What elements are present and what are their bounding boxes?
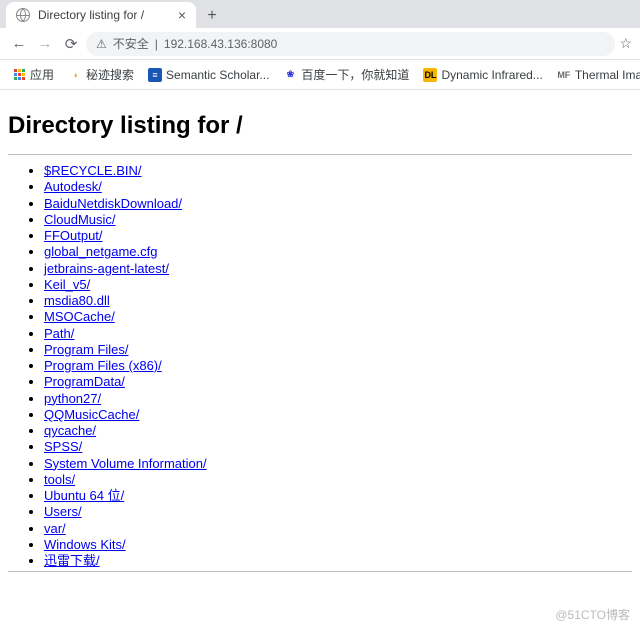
list-item: Ubuntu 64 位/ [44,488,632,504]
list-item: Windows Kits/ [44,537,632,553]
directory-link[interactable]: tools/ [44,472,75,487]
insecure-icon: ⚠ [96,37,107,51]
bookmark-item[interactable]: ❀ 百度一下，你就知道 [279,66,413,83]
list-item: Program Files/ [44,342,632,358]
list-item: qycache/ [44,423,632,439]
list-item: SPSS/ [44,439,632,455]
list-item: CloudMusic/ [44,212,632,228]
bookmark-item[interactable]: ≡ Semantic Scholar... [144,66,273,83]
list-item: $RECYCLE.BIN/ [44,163,632,179]
directory-link[interactable]: var/ [44,521,66,536]
page-content: Directory listing for / $RECYCLE.BIN/Aut… [0,90,640,588]
bookmark-label: Dynamic Infrared... [441,68,542,82]
list-item: MSOCache/ [44,309,632,325]
directory-listing: $RECYCLE.BIN/Autodesk/BaiduNetdiskDownlo… [8,163,632,569]
bookmark-label: Semantic Scholar... [166,68,269,82]
watermark: @51CTO博客 [555,606,630,623]
directory-link[interactable]: global_netgame.cfg [44,244,157,259]
divider [8,154,632,155]
bookmark-favicon: DL [423,68,437,82]
directory-link[interactable]: System Volume Information/ [44,456,207,471]
address-bar[interactable]: ⚠ 不安全 | 192.168.43.136:8080 [86,32,615,56]
list-item: BaiduNetdiskDownload/ [44,196,632,212]
bookmark-label: 百度一下，你就知道 [301,66,409,83]
url-text: 192.168.43.136:8080 [164,37,277,51]
list-item: System Volume Information/ [44,456,632,472]
directory-link[interactable]: SPSS/ [44,439,82,454]
list-item: Users/ [44,504,632,520]
directory-link[interactable]: Users/ [44,504,82,519]
directory-link[interactable]: Keil_v5/ [44,277,90,292]
list-item: global_netgame.cfg [44,244,632,260]
directory-link[interactable]: python27/ [44,391,101,406]
bookmarks-bar: 应用 ◑ 秘迹搜索 ≡ Semantic Scholar... ❀ 百度一下，你就知道 DL… [0,60,640,90]
directory-link[interactable]: ProgramData/ [44,374,125,389]
bookmark-label: 秘迹搜索 [86,66,134,83]
directory-link[interactable]: Path/ [44,326,74,341]
bookmark-favicon: ❀ [283,68,297,82]
list-item: 迅雷下载/ [44,553,632,569]
directory-link[interactable]: CloudMusic/ [44,212,116,227]
list-item: ProgramData/ [44,374,632,390]
bookmark-favicon: MF [557,68,571,82]
bookmark-star-icon[interactable]: ☆ [619,35,632,52]
apps-icon [12,68,26,82]
security-label: 不安全 [113,35,149,52]
divider [8,571,632,572]
bookmark-favicon: ◑ [68,68,82,82]
directory-link[interactable]: 迅雷下载/ [44,553,100,568]
forward-button[interactable]: → [34,33,56,55]
list-item: Program Files (x86)/ [44,358,632,374]
bookmark-item[interactable]: DL Dynamic Infrared... [419,66,546,83]
list-item: QQMusicCache/ [44,407,632,423]
globe-icon [16,8,30,22]
directory-link[interactable]: Windows Kits/ [44,537,126,552]
list-item: FFOutput/ [44,228,632,244]
list-item: var/ [44,521,632,537]
directory-link[interactable]: MSOCache/ [44,309,115,324]
reload-button[interactable]: ⟳ [60,33,82,55]
bookmark-item[interactable]: ◑ 秘迹搜索 [64,66,138,83]
directory-link[interactable]: qycache/ [44,423,96,438]
directory-link[interactable]: jetbrains-agent-latest/ [44,261,169,276]
list-item: Autodesk/ [44,179,632,195]
directory-link[interactable]: Program Files/ [44,342,129,357]
browser-tab[interactable]: Directory listing for / × [6,2,196,28]
list-item: tools/ [44,472,632,488]
directory-link[interactable]: BaiduNetdiskDownload/ [44,196,182,211]
directory-link[interactable]: QQMusicCache/ [44,407,139,422]
bookmark-label: Thermal Image G... [575,68,640,82]
tab-title: Directory listing for / [38,8,170,22]
tab-bar: Directory listing for / × + [0,0,640,28]
list-item: jetbrains-agent-latest/ [44,261,632,277]
bookmark-favicon: ≡ [148,68,162,82]
apps-label: 应用 [30,66,54,83]
directory-link[interactable]: $RECYCLE.BIN/ [44,163,142,178]
directory-link[interactable]: FFOutput/ [44,228,103,243]
new-tab-button[interactable]: + [200,4,224,28]
directory-link[interactable]: Ubuntu 64 位/ [44,488,124,503]
apps-button[interactable]: 应用 [8,66,58,83]
bookmark-item[interactable]: MF Thermal Image G... [553,66,640,83]
directory-link[interactable]: msdia80.dll [44,293,110,308]
list-item: msdia80.dll [44,293,632,309]
list-item: Path/ [44,326,632,342]
directory-link[interactable]: Autodesk/ [44,179,102,194]
page-title: Directory listing for / [8,112,632,140]
close-icon[interactable]: × [178,8,186,22]
separator: | [155,37,158,51]
back-button[interactable]: ← [8,33,30,55]
list-item: python27/ [44,391,632,407]
directory-link[interactable]: Program Files (x86)/ [44,358,162,373]
toolbar: ← → ⟳ ⚠ 不安全 | 192.168.43.136:8080 ☆ [0,28,640,60]
list-item: Keil_v5/ [44,277,632,293]
